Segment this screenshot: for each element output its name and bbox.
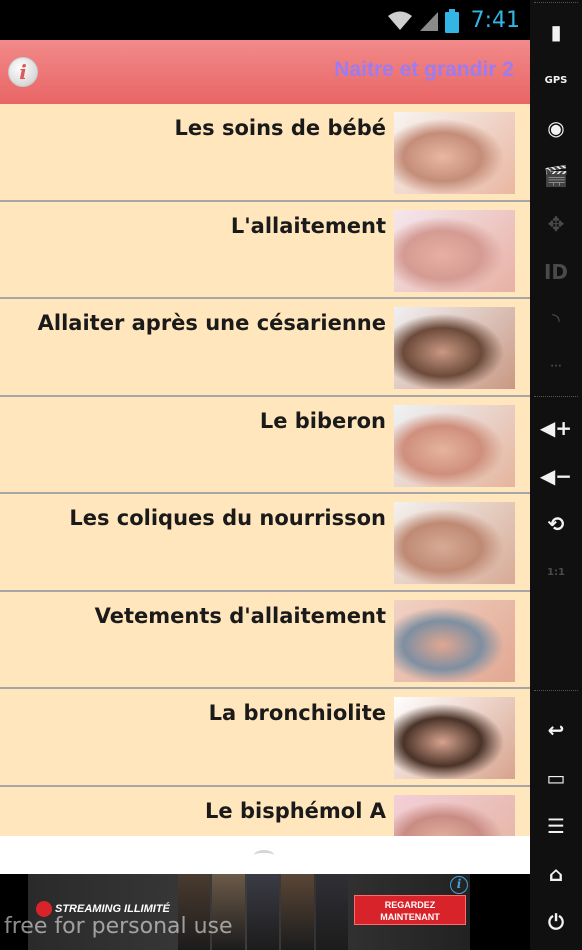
id-icon: ID <box>543 260 569 284</box>
camera-icon: ◉ <box>547 116 565 140</box>
menu-button[interactable]: ☰ <box>530 806 582 846</box>
wifi-icon <box>387 11 412 30</box>
list-item[interactable]: Les soins de bébé <box>0 104 530 202</box>
rotate-button[interactable]: ⟲ <box>530 504 582 544</box>
article-list[interactable]: Les soins de bébé L'allaitement Allaiter a… <box>0 104 530 836</box>
volume-up-button[interactable]: ◀+ <box>530 408 582 448</box>
gps-button[interactable]: GPS <box>530 60 582 100</box>
ad-poster <box>246 874 280 950</box>
rotate-icon: ⟲ <box>547 512 565 536</box>
list-item-label: Les coliques du nourrisson <box>69 506 386 530</box>
sms-icon: ··· <box>550 360 562 372</box>
list-item-thumbnail <box>394 112 515 194</box>
menu-icon: ☰ <box>547 814 565 838</box>
ad-cta-button[interactable]: REGARDEZ MAINTENANT <box>354 895 466 925</box>
battery-icon: ▮ <box>550 20 562 44</box>
app-bar: i Naitre et grandir 2 <box>0 40 530 104</box>
separator <box>534 396 578 397</box>
watermark: free for personal use <box>4 914 233 939</box>
recents-icon: ▭ <box>546 766 566 790</box>
list-item[interactable]: La bronchiolite <box>0 689 530 787</box>
back-button[interactable]: ↩ <box>530 710 582 750</box>
status-icons: 7:41 <box>387 8 520 33</box>
ad-cta-line2: MAINTENANT <box>380 912 440 922</box>
camera-button[interactable]: ◉ <box>530 108 582 148</box>
ad-poster <box>315 874 349 950</box>
battery-button[interactable]: ▮ <box>530 12 582 52</box>
back-icon: ↩ <box>547 718 565 742</box>
volume-down-icon: ◀− <box>539 464 573 488</box>
list-item-thumbnail <box>394 209 515 292</box>
list-item-label: La bronchiolite <box>208 701 386 725</box>
info-icon: i <box>19 60 27 84</box>
rss-icon: ◝ <box>552 308 560 332</box>
load-more-strip <box>0 836 530 874</box>
list-item[interactable]: Allaiter après une césarienne <box>0 299 530 397</box>
separator <box>534 690 578 691</box>
signal-icon <box>419 11 438 31</box>
volume-down-button[interactable]: ◀− <box>530 456 582 496</box>
status-bar: 7:41 <box>0 0 530 40</box>
list-item-thumbnail <box>394 794 515 836</box>
power-icon: ⏻ <box>548 910 564 934</box>
dpad-icon: ✥ <box>547 212 565 236</box>
scale-button[interactable]: 1:1 <box>530 552 582 592</box>
ad-choices-icon[interactable]: i <box>450 876 468 894</box>
list-item[interactable]: Le bisphémol A <box>0 786 530 836</box>
power-button[interactable]: ⏻ <box>530 902 582 942</box>
recents-button[interactable]: ▭ <box>530 758 582 798</box>
list-item[interactable]: L'allaitement <box>0 201 530 299</box>
list-item-label: L'allaitement <box>230 213 386 238</box>
list-item[interactable]: Le biberon <box>0 396 530 494</box>
spinner-icon <box>254 850 274 860</box>
gps-icon: GPS <box>544 74 568 86</box>
list-item-label: Le biberon <box>259 408 386 433</box>
status-time: 7:41 <box>470 8 520 33</box>
separator <box>534 2 578 3</box>
rss-button[interactable]: ◝ <box>530 300 582 340</box>
list-item-label: Les soins de bébé <box>174 116 386 140</box>
id-button[interactable]: ID <box>530 252 582 292</box>
list-item-thumbnail <box>394 404 515 487</box>
volume-up-icon: ◀+ <box>539 416 573 440</box>
battery-status-icon <box>444 8 459 33</box>
video-icon: 🎬 <box>543 164 569 188</box>
list-item-label: Vetements d'allaitement <box>94 603 386 628</box>
list-item[interactable]: Vetements d'allaitement <box>0 591 530 689</box>
dpad-button[interactable]: ✥ <box>530 204 582 244</box>
sms-button[interactable]: ··· <box>530 346 582 386</box>
video-button[interactable]: 🎬 <box>530 156 582 196</box>
home-icon: ⌂ <box>548 862 564 886</box>
list-item[interactable]: Les coliques du nourrisson <box>0 494 530 592</box>
ad-poster <box>281 874 314 950</box>
list-item-label: Le bisphémol A <box>205 798 386 823</box>
list-item-thumbnail <box>394 697 515 779</box>
ad-cta-line1: REGARDEZ <box>384 900 436 910</box>
list-item-thumbnail <box>394 599 515 682</box>
emulator-controls: ▮ GPS ◉ 🎬 ✥ ID ◝ ··· ◀+ ◀− ⟲ 1:1 ↩ ▭ ☰ ⌂ ⏻ <box>530 0 582 950</box>
list-item-thumbnail <box>394 307 515 389</box>
home-button[interactable]: ⌂ <box>530 854 582 894</box>
list-item-label: Allaiter après une césarienne <box>37 311 386 335</box>
list-item-thumbnail <box>394 502 515 584</box>
app-title: Naitre et grandir 2 <box>334 58 514 81</box>
info-button[interactable]: i <box>8 57 38 87</box>
scale-icon: 1:1 <box>547 566 565 578</box>
